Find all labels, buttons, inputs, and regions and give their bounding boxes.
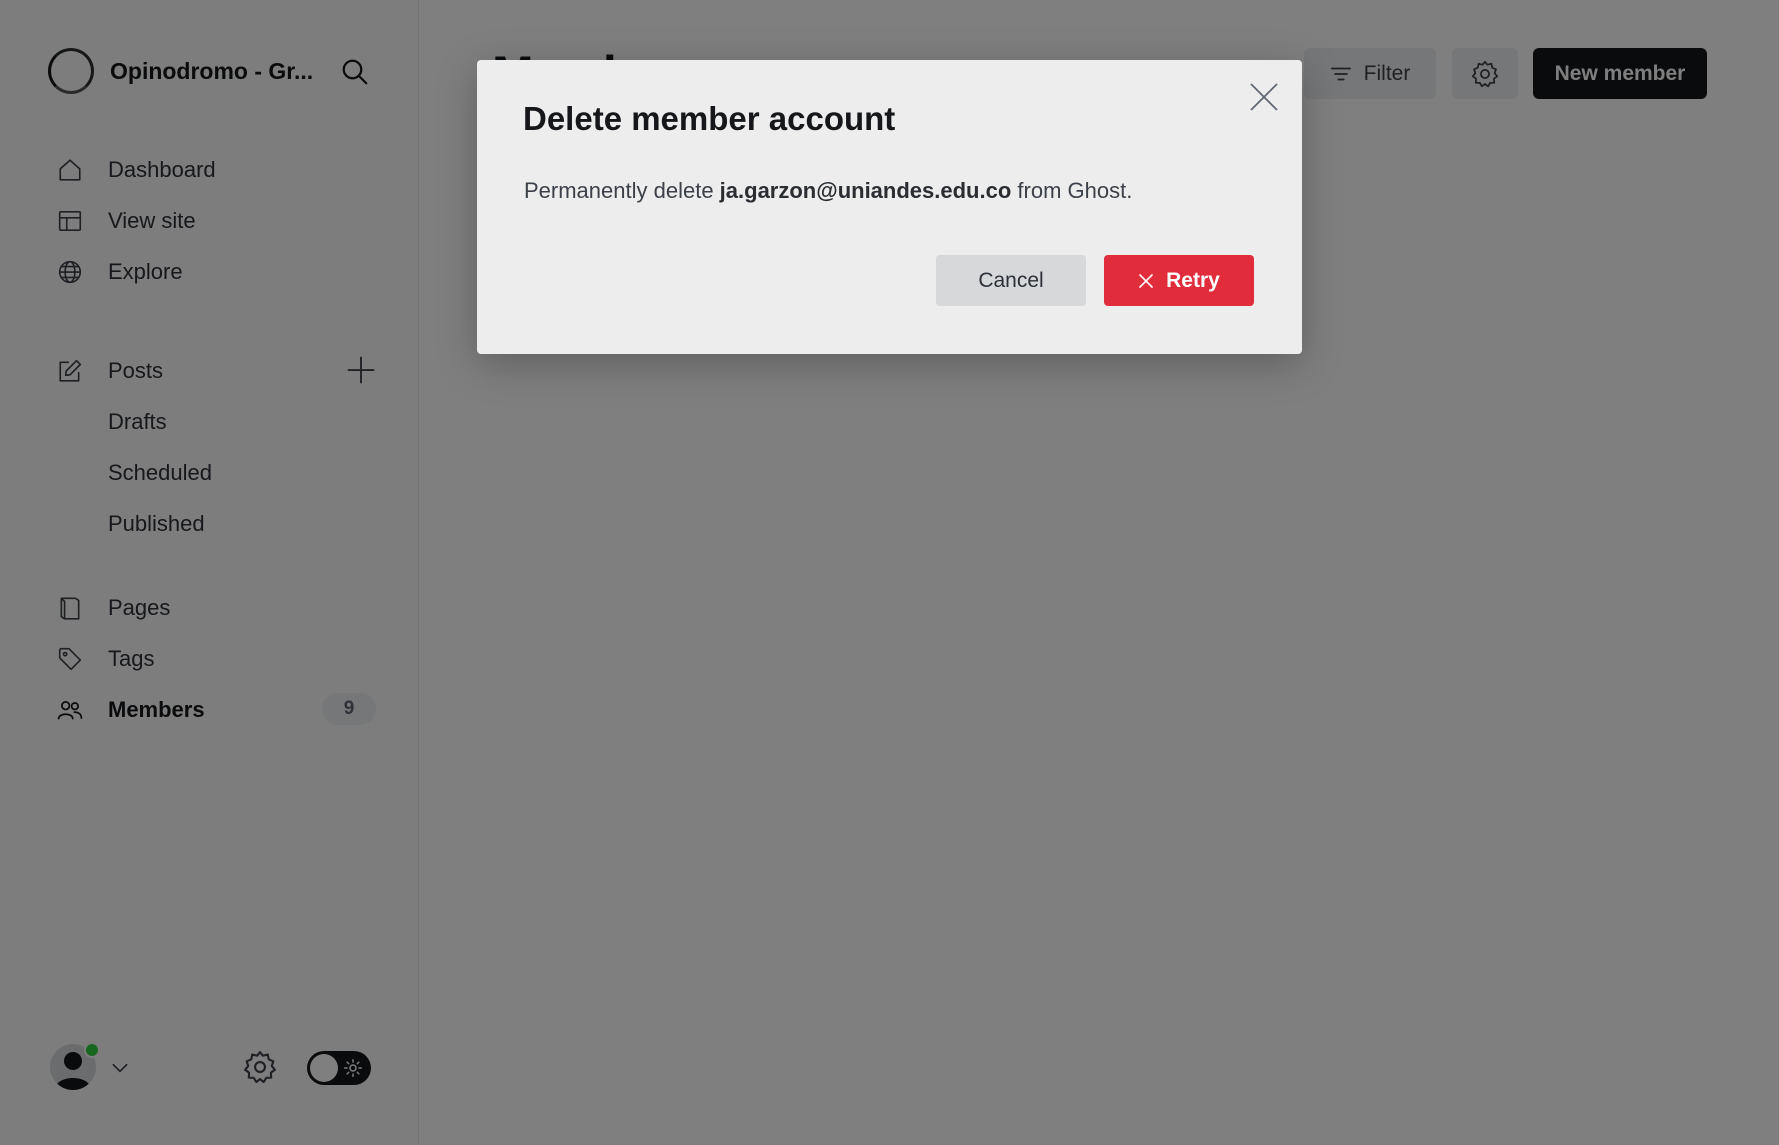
member-email: ja.garzon@uniandes.edu.co xyxy=(719,178,1012,203)
message-suffix: from Ghost. xyxy=(1011,178,1133,203)
modal-message: Permanently delete ja.garzon@uniandes.ed… xyxy=(524,178,1132,204)
close-icon xyxy=(1139,273,1153,288)
message-prefix: Permanently delete xyxy=(524,178,720,203)
retry-label: Retry xyxy=(1166,268,1220,292)
delete-member-modal: Delete member account Permanently delete… xyxy=(477,60,1302,354)
modal-title: Delete member account xyxy=(523,100,896,137)
retry-button[interactable]: Retry xyxy=(1104,255,1254,306)
close-icon[interactable] xyxy=(1249,82,1279,112)
cancel-button[interactable]: Cancel xyxy=(936,255,1086,306)
